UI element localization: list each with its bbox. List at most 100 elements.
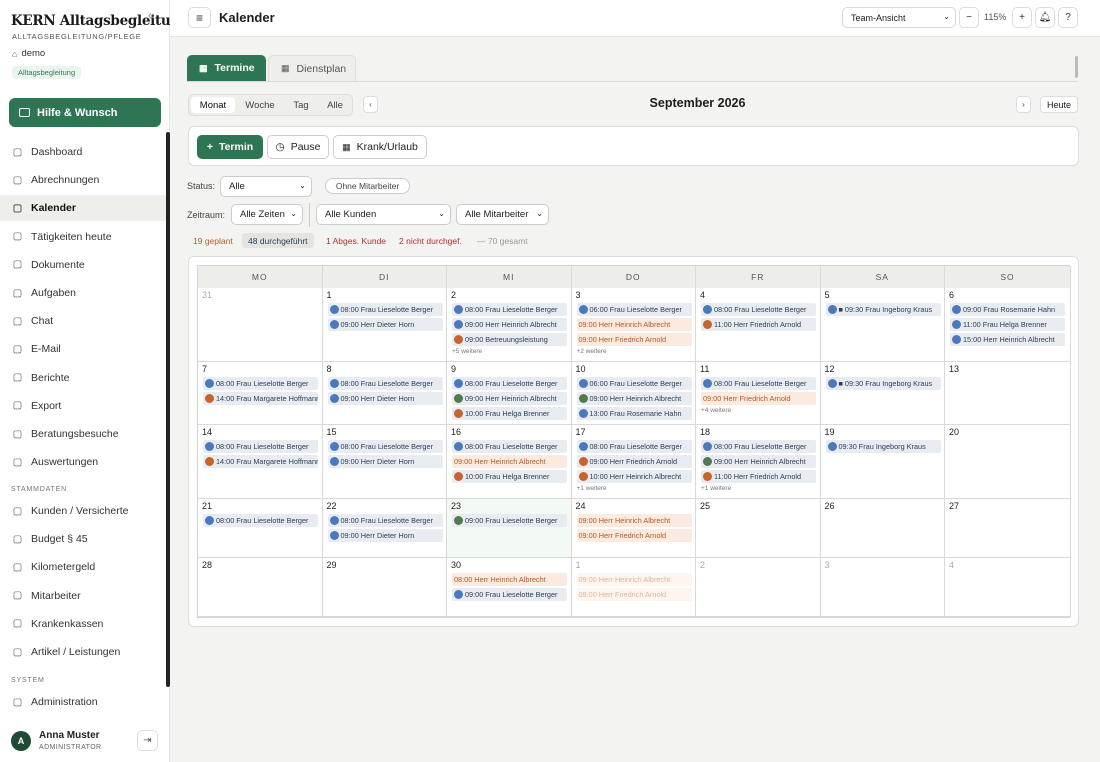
calendar-event[interactable]: 09:00 Herr Heinrich Albrecht [576, 392, 692, 405]
calendar-event[interactable]: 08:00 Frau Lieselotte Berger [452, 377, 567, 390]
sidebar-item-kunden-versicherte[interactable]: ▢ Kunden / Versicherte [0, 498, 166, 524]
calendar-event[interactable]: 08:00 Frau Lieselotte Berger [327, 440, 443, 453]
team-view-select[interactable]: Team-Ansicht ⌄ [842, 7, 956, 28]
day-cell[interactable]: 1 08:00 Frau Lieselotte Berger 09:00 Herr … [322, 288, 447, 362]
day-cell[interactable]: 21 08:00 Frau Lieselotte Berger [198, 499, 323, 558]
sidebar-item-artikel-leistungen[interactable]: ▢ Artikel / Leistungen [0, 639, 166, 665]
calendar-event[interactable]: 09:00 Herr Dieter Horn [327, 529, 443, 542]
next-month-button[interactable]: › [1016, 96, 1031, 113]
day-cell[interactable]: 5 ■ 09:30 Frau Ingeborg Kraus [820, 288, 945, 362]
more-events-link[interactable]: +2 weitere [577, 348, 607, 355]
calendar-event[interactable]: 11:00 Herr Friedrich Arnold [701, 318, 816, 331]
calendar-event[interactable]: 09:00 Herr Dieter Horn [327, 455, 443, 468]
day-cell[interactable]: 4 08:00 Frau Lieselotte Berger 11:00 Herr … [696, 288, 821, 362]
day-cell[interactable]: 30 08:00 Herr Heinrich Albrecht 09:00 Frau… [447, 558, 572, 617]
day-cell[interactable]: 26 [820, 499, 945, 558]
more-events-link[interactable]: +1 weitere [701, 485, 731, 492]
sidebar-item-export[interactable]: ▢ Export [0, 393, 166, 419]
sidebar-item-budget-45[interactable]: ▢ Budget § 45 [0, 526, 166, 552]
employee-filter-select[interactable]: Alle Mitarbeiter ⌄ [456, 204, 549, 225]
calendar-event[interactable]: 10:00 Herr Heinrich Albrecht [576, 470, 692, 483]
calendar-event[interactable]: 11:00 Frau Helga Brenner [950, 318, 1065, 331]
calendar-event[interactable]: 08:00 Frau Lieselotte Berger [327, 377, 443, 390]
more-events-link[interactable]: +5 weitere [452, 348, 482, 355]
calendar-event[interactable]: 09:00 Herr Dieter Horn [327, 392, 443, 405]
status-filter-select[interactable]: Alle ⌄ [220, 176, 312, 197]
calendar-event[interactable]: 09:00 Herr Friedrich Arnold [701, 392, 816, 405]
sidebar-scrollbar[interactable] [166, 132, 170, 687]
day-cell[interactable]: 6 09:00 Frau Rosemarie Hahn 11:00 Frau Hel… [945, 288, 1071, 362]
sidebar-item-kalender[interactable]: ▢ Kalender [0, 195, 166, 222]
day-cell[interactable]: 7 08:00 Frau Lieselotte Berger 14:00 Frau … [198, 362, 323, 425]
calendar-event[interactable]: 09:00 Herr Heinrich Albrecht [452, 392, 567, 405]
sidebar-item-kilometergeld[interactable]: ▢ Kilometergeld [0, 554, 166, 580]
collapse-sidebar-icon[interactable]: « [148, 10, 154, 22]
calendar-event[interactable]: 11:00 Herr Friedrich Arnold [701, 470, 816, 483]
calendar-event[interactable]: 08:00 Frau Lieselotte Berger [327, 303, 443, 316]
calendar-event[interactable]: 09:00 Herr Heinrich Albrecht [452, 455, 567, 468]
sidebar-item-dashboard[interactable]: ▢ Dashboard [0, 139, 166, 165]
main-scrollbar[interactable] [1075, 56, 1078, 78]
day-cell[interactable]: 16 08:00 Frau Lieselotte Berger 09:00 Herr… [447, 425, 572, 499]
help-circle-icon[interactable]: ? [1058, 7, 1078, 28]
calendar-event[interactable]: 08:00 Frau Lieselotte Berger [701, 440, 816, 453]
logout-icon[interactable]: ⇥ [137, 730, 158, 751]
calendar-event[interactable]: 14:00 Frau Margarete Hoffmann [203, 455, 318, 468]
pause-button[interactable]: ◷ Pause [267, 135, 329, 159]
menu-icon[interactable]: ≡ [188, 7, 211, 28]
sidebar-item-administration[interactable]: ▢ Administration [0, 689, 166, 715]
sidebar-item-krankenkassen[interactable]: ▢ Krankenkassen [0, 611, 166, 637]
day-cell[interactable]: 1 09:00 Herr Heinrich Albrecht 09:00 Herr … [571, 558, 696, 617]
calendar-event[interactable]: 15:00 Herr Heinrich Albrecht [950, 333, 1065, 346]
view-all-button[interactable]: Alle [319, 97, 351, 113]
sidebar-item-dokumente[interactable]: ▢ Dokumente [0, 252, 166, 278]
day-cell[interactable]: 13 [945, 362, 1071, 425]
stat-not-done[interactable]: 2 nicht durchgef. [393, 233, 468, 248]
sidebar-item-e-mail[interactable]: ▢ E-Mail [0, 336, 166, 362]
calendar-event[interactable]: 09:00 Betreuungsleistung [452, 333, 567, 346]
calendar-event[interactable]: 09:00 Herr Heinrich Albrecht [576, 514, 692, 527]
calendar-event[interactable]: 08:00 Frau Lieselotte Berger [203, 377, 318, 390]
more-events-link[interactable]: +1 weitere [577, 485, 607, 492]
tenant-switch[interactable]: ⌂ demo [12, 48, 45, 59]
day-cell[interactable]: 3 [820, 558, 945, 617]
more-events-link[interactable]: +4 weitere [701, 407, 731, 414]
day-cell[interactable]: 9 08:00 Frau Lieselotte Berger 09:00 Herr … [447, 362, 572, 425]
day-cell[interactable]: 14 08:00 Frau Lieselotte Berger 14:00 Frau… [198, 425, 323, 499]
day-cell[interactable]: 24 09:00 Herr Heinrich Albrecht 09:00 Herr… [571, 499, 696, 558]
day-cell[interactable]: 11 08:00 Frau Lieselotte Berger 09:00 Herr… [696, 362, 821, 425]
zoom-out-button[interactable]: − [959, 7, 979, 28]
bell-icon[interactable]: 🔔︎ [1035, 7, 1055, 28]
calendar-event[interactable]: 09:00 Herr Friedrich Arnold [576, 455, 692, 468]
day-cell[interactable]: 2 08:00 Frau Lieselotte Berger 09:00 Herr … [447, 288, 572, 362]
today-button[interactable]: Heute [1040, 96, 1078, 113]
day-cell[interactable]: 4 [945, 558, 1071, 617]
zoom-in-button[interactable]: + [1012, 7, 1032, 28]
stat-cancelled[interactable]: 1 Abges. Kunde [320, 233, 392, 248]
calendar-event[interactable]: 08:00 Frau Lieselotte Berger [327, 514, 443, 527]
stat-planned[interactable]: 19 geplant [187, 233, 239, 248]
calendar-event[interactable]: 14:00 Frau Margarete Hoffmann [203, 392, 318, 405]
help-wish-button[interactable]: Hilfe & Wunsch [9, 98, 161, 127]
period-filter-select[interactable]: Alle Zeiten ⌄ [231, 204, 303, 225]
sidebar-item-abrechnungen[interactable]: ▢ Abrechnungen [0, 167, 166, 193]
day-cell[interactable]: 2 [696, 558, 821, 617]
customer-filter-select[interactable]: Alle Kunden ⌄ [316, 204, 451, 225]
user-profile[interactable]: A Anna Muster ADMINISTRATOR ⇥ [0, 722, 166, 762]
calendar-event[interactable]: 09:00 Herr Heinrich Albrecht [452, 318, 567, 331]
sidebar-item-chat[interactable]: ▢ Chat [0, 308, 166, 334]
add-termin-button[interactable]: + Termin [197, 135, 263, 159]
calendar-event[interactable]: 06:00 Frau Lieselotte Berger [576, 377, 692, 390]
day-cell[interactable]: 10 06:00 Frau Lieselotte Berger 09:00 Herr… [571, 362, 696, 425]
calendar-event[interactable]: 10:00 Frau Helga Brenner [452, 407, 567, 420]
calendar-event[interactable]: 09:00 Herr Dieter Horn [327, 318, 443, 331]
calendar-event[interactable]: 09:00 Herr Heinrich Albrecht [576, 318, 692, 331]
prev-month-button[interactable]: ‹ [363, 96, 378, 113]
day-cell[interactable]: 27 [945, 499, 1071, 558]
sidebar-item-tätigkeiten-heute[interactable]: ▢ Tätigkeiten heute [0, 224, 166, 250]
day-cell[interactable]: 8 08:00 Frau Lieselotte Berger 09:00 Herr … [322, 362, 447, 425]
calendar-event[interactable]: 09:30 Frau Ingeborg Kraus [825, 440, 941, 453]
calendar-event[interactable]: 08:00 Frau Lieselotte Berger [701, 303, 816, 316]
calendar-event[interactable]: ■ 09:30 Frau Ingeborg Kraus [825, 377, 941, 390]
day-cell[interactable]: 25 [696, 499, 821, 558]
